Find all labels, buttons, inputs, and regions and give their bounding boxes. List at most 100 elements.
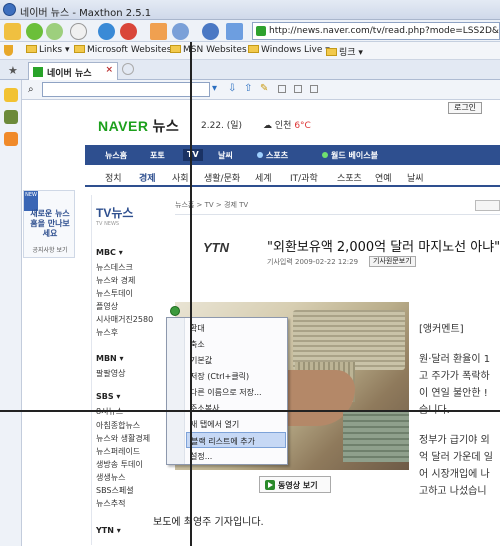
cloud-icon: ☁	[263, 121, 272, 131]
video-view-button[interactable]: 동영상 보기	[259, 476, 331, 493]
menu-item-save-as[interactable]: 다른 이름으로 저장...	[186, 384, 286, 400]
body-line: 고 주가가 폭락하	[419, 371, 490, 382]
list-item[interactable]: 아침종합뉴스	[96, 420, 140, 431]
channel-ytn[interactable]: YTN ▾	[96, 526, 121, 535]
menu-item-add-blacklist[interactable]: 블랙 리스트에 추가	[186, 432, 286, 448]
section-society[interactable]: 사회	[172, 171, 189, 184]
tv-news-sub: TV NEWS	[96, 221, 120, 227]
menu-item-zoom-out[interactable]: 축소	[186, 336, 286, 352]
list-item[interactable]: 뉴스와 경제	[96, 275, 135, 286]
shield-icon[interactable]	[4, 45, 13, 59]
promo-text: 새로운 뉴스홈을 만나보세요	[30, 209, 70, 238]
section-it[interactable]: IT/과학	[290, 171, 318, 184]
font-size-control[interactable]	[475, 200, 500, 211]
pin-star-icon[interactable]: ★	[8, 64, 18, 77]
bookmark-links-kr[interactable]: 링크 ▾	[326, 45, 363, 58]
bookmark-microsoft-websites[interactable]: Microsoft Websites ▾	[74, 45, 179, 55]
list-item[interactable]: 뉴스퍼레이드	[96, 446, 140, 457]
menu-item-default[interactable]: 기본값	[186, 352, 286, 368]
promo-notice-link[interactable]: 공지사항 보기	[26, 245, 74, 254]
section-weather[interactable]: 날씨	[407, 171, 424, 184]
nav-sports[interactable]: 스포츠	[257, 150, 288, 161]
nav-photo[interactable]: 포토	[150, 150, 165, 161]
clock-icon[interactable]	[202, 23, 219, 40]
list-item[interactable]: 팔팔영상	[96, 368, 125, 379]
list-item[interactable]: 플영상	[96, 301, 118, 312]
list-item[interactable]: 뉴스와 생활경제	[96, 433, 150, 444]
find-next-icon[interactable]: ⇩	[228, 83, 236, 94]
login-button[interactable]: 로그인	[448, 102, 482, 114]
channel-mbn[interactable]: MBN ▾	[96, 354, 124, 363]
menu-item-zoom-in[interactable]: 확대	[186, 320, 286, 336]
bookmark-msn-websites[interactable]: MSN Websites ▾	[170, 45, 254, 55]
side-panel	[0, 80, 22, 546]
channel-sbs[interactable]: SBS ▾	[96, 392, 120, 401]
section-life[interactable]: 생활/문화	[204, 171, 240, 184]
highlight-icon[interactable]: ✎	[260, 83, 268, 94]
nav-news-home[interactable]: 뉴스홈	[105, 150, 127, 161]
image-menu-icon[interactable]	[170, 306, 180, 316]
undo-icon[interactable]	[172, 23, 189, 40]
nav-weather[interactable]: 날씨	[218, 150, 233, 161]
section-sports[interactable]: 스포츠	[337, 171, 362, 184]
body-line: 원·달러 환율이 1	[419, 354, 491, 365]
view-original-button[interactable]: 기사원문보기	[369, 256, 416, 267]
new-tab-icon[interactable]	[122, 63, 134, 75]
monitor-icon[interactable]	[226, 23, 243, 40]
tv-news-logo[interactable]: TV뉴스	[96, 204, 133, 221]
menu-item-settings[interactable]: 설정...	[186, 448, 286, 464]
list-item[interactable]: 뉴스투데이	[96, 288, 133, 299]
new-window-icon[interactable]	[4, 23, 21, 40]
section-economy[interactable]: 경제	[139, 171, 156, 184]
user-icon[interactable]	[4, 110, 18, 124]
naver-news-logo[interactable]: NAVER 뉴스	[98, 116, 179, 136]
tab-close-icon[interactable]: ×	[105, 65, 113, 75]
stop-icon[interactable]	[120, 23, 137, 40]
forward-icon[interactable]	[46, 23, 63, 40]
list-item[interactable]: SBS스페셜	[96, 485, 134, 496]
section-politics[interactable]: 정치	[105, 171, 122, 184]
address-bar[interactable]: http://news.naver.com/tv/read.php?mode=L…	[252, 22, 500, 40]
nav-tv[interactable]: TV	[183, 149, 203, 161]
favorites-star-icon[interactable]	[4, 88, 18, 102]
left-divider	[91, 195, 92, 545]
refresh-icon[interactable]	[98, 23, 115, 40]
tab-naver-news[interactable]: 네이버 뉴스 ×	[28, 62, 118, 80]
section-entertainment[interactable]: 연예	[375, 171, 392, 184]
option-checkbox-3[interactable]	[310, 85, 318, 93]
rss-icon[interactable]	[4, 132, 18, 146]
list-item[interactable]: 뉴스추적	[96, 498, 125, 509]
breadcrumb-divider	[175, 214, 500, 215]
list-item[interactable]: 뉴스후	[96, 327, 118, 338]
article-meta: 기사입력 2009-02-22 12:29	[267, 258, 359, 266]
nav-world-baseball[interactable]: 월드 베이스볼	[322, 150, 378, 161]
channel-mbc[interactable]: MBC ▾	[96, 248, 123, 257]
breadcrumb: 뉴스홈 > TV > 경제 TV	[175, 201, 249, 209]
crosshair-vertical	[190, 42, 192, 546]
home-icon[interactable]	[150, 23, 167, 40]
body-line: 어 시장개입에 나	[419, 469, 490, 480]
list-item[interactable]: 생생뉴스	[96, 472, 125, 483]
back-icon[interactable]	[26, 23, 43, 40]
list-item[interactable]: 시사매거진2580	[96, 314, 153, 325]
menu-item-save[interactable]: 저장 (Ctrl+클릭)	[186, 368, 286, 384]
find-dropdown-icon[interactable]: ▾	[212, 83, 217, 94]
window-title: 네이버 뉴스 - Maxthon 2.5.1	[20, 8, 152, 19]
binoculars-icon[interactable]: ⌕	[28, 84, 34, 95]
list-item[interactable]: 뉴스데스크	[96, 262, 133, 273]
folder-icon	[26, 45, 37, 53]
list-item[interactable]: 생방송 투데이	[96, 459, 143, 470]
find-prev-icon[interactable]: ⇧	[244, 83, 252, 94]
option-checkbox-1[interactable]	[278, 85, 286, 93]
bookmark-links[interactable]: Links ▾	[26, 45, 70, 55]
bookmark-windows-live[interactable]: Windows Live ▾	[248, 45, 330, 55]
find-input[interactable]	[42, 82, 210, 97]
main-nav: 뉴스홈 포토 TV 날씨 스포츠 월드 베이스볼	[85, 145, 500, 165]
option-checkbox-2[interactable]	[294, 85, 302, 93]
dropdown-icon[interactable]	[70, 23, 87, 40]
section-world[interactable]: 세계	[255, 171, 272, 184]
menu-item-copy-address[interactable]: 주소복사	[186, 400, 286, 416]
address-url: http://news.naver.com/tv/read.php?mode=L…	[269, 26, 499, 36]
new-newshome-promo[interactable]: NEW 새로운 뉴스홈을 만나보세요 공지사항 보기	[23, 190, 75, 258]
menu-item-open-new-tab[interactable]: 새 탭에서 열기	[186, 416, 286, 432]
